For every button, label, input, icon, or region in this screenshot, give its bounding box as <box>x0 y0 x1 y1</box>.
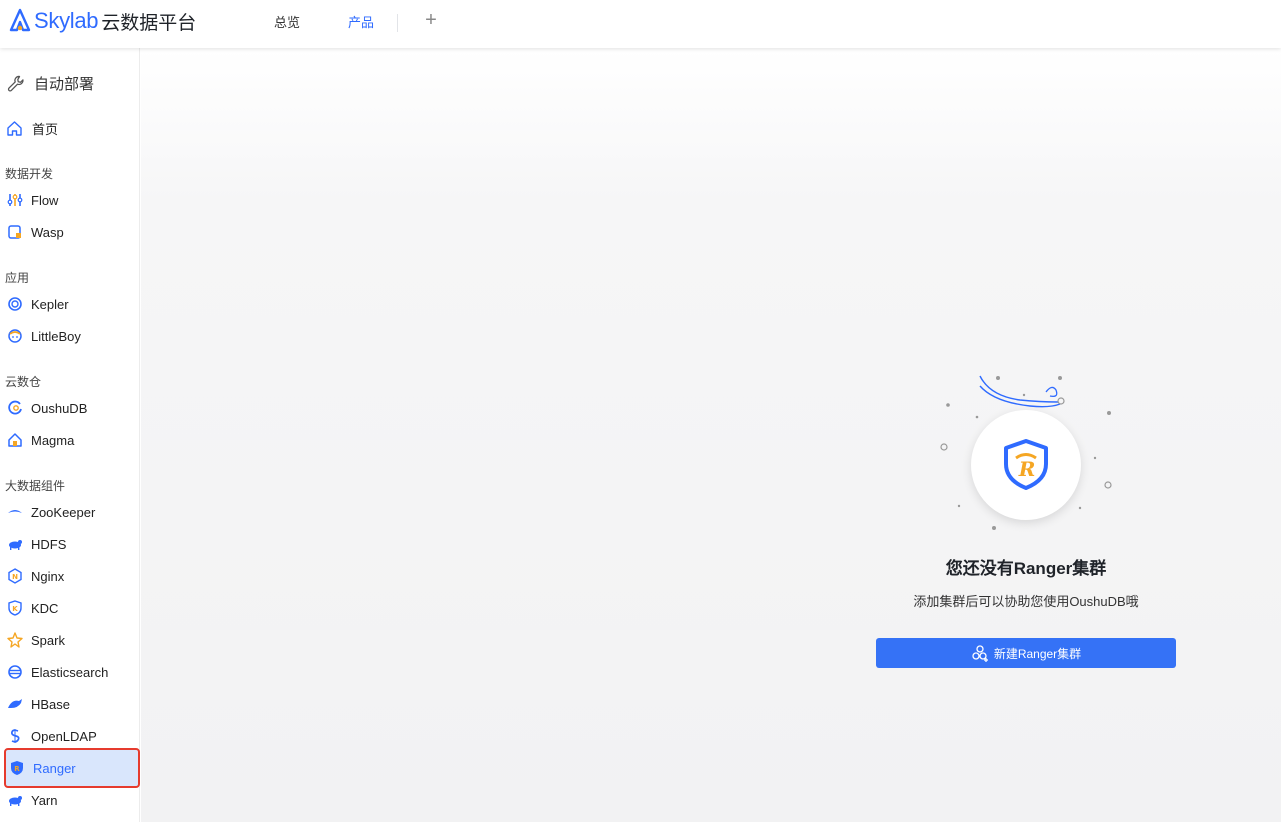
openldap-icon <box>10 729 20 743</box>
sidebar-item-label: HDFS <box>31 536 67 552</box>
skylab-logo-icon <box>9 8 31 32</box>
wrench-icon <box>7 75 24 91</box>
zookeeper-icon <box>8 510 22 513</box>
yarn-icon <box>9 796 22 806</box>
empty-state-badge: R <box>971 410 1081 520</box>
kepler-icon <box>8 297 22 311</box>
create-button-label: 新建Ranger集群 <box>993 646 1082 661</box>
flow-icon <box>7 194 23 206</box>
sidebar-item-label: Flow <box>31 192 59 208</box>
sidebar-item-wasp[interactable]: Wasp <box>4 214 138 250</box>
nav-divider <box>397 14 398 32</box>
sidebar-item-label: HBase <box>31 696 71 712</box>
ranger-shield-icon: R <box>1004 439 1048 490</box>
top-bar: Skylab 云数据平台 总览 产品 + <box>0 0 1281 48</box>
empty-state-description: 添加集群后可以协助您使用OushuDB哦 <box>913 594 1139 609</box>
svg-text:N: N <box>12 573 18 581</box>
sidebar-item-label: Spark <box>31 632 65 648</box>
cluster-add-icon <box>972 645 988 662</box>
empty-state-title: 您还没有Ranger集群 <box>945 559 1107 578</box>
group-title-cloud-warehouse: 云数仓 <box>5 375 42 389</box>
sidebar-item-flow[interactable]: Flow <box>4 182 138 218</box>
group-title-apps: 应用 <box>5 271 30 285</box>
sidebar-item-littleboy[interactable]: LittleBoy <box>4 318 138 354</box>
auto-deploy-label: 自动部署 <box>34 76 95 93</box>
hbase-icon <box>8 699 22 708</box>
sidebar-item-label: Yarn <box>31 792 58 808</box>
sidebar: 自动部署 首页 数据开发 Flow Wasp 应用 Kepler LittleB… <box>0 48 140 822</box>
home-label: 首页 <box>32 122 59 137</box>
group-title-big-data: 大数据组件 <box>5 479 66 493</box>
plus-icon[interactable]: + <box>422 9 440 31</box>
sidebar-item-label: LittleBoy <box>31 328 81 344</box>
svg-text:R: R <box>1018 457 1036 481</box>
group-title-data-dev: 数据开发 <box>5 167 54 181</box>
brand-name: Skylab <box>34 8 99 33</box>
littleboy-icon <box>8 329 22 343</box>
sidebar-item-magma[interactable]: Magma <box>4 422 138 458</box>
sidebar-item-label: Nginx <box>31 568 65 584</box>
sidebar-item-nginx[interactable]: N Nginx <box>4 558 138 594</box>
auto-deploy-button[interactable]: 自动部署 <box>6 73 94 94</box>
sidebar-item-label: Magma <box>31 432 75 448</box>
tab-products[interactable]: 产品 <box>348 12 374 31</box>
magma-icon <box>8 433 22 447</box>
sidebar-item-label: Ranger <box>33 760 76 776</box>
sidebar-item-kepler[interactable]: Kepler <box>4 286 138 322</box>
sidebar-item-home[interactable]: 首页 <box>6 119 58 138</box>
sidebar-item-zookeeper[interactable]: ZooKeeper <box>4 494 138 530</box>
kdc-icon: K <box>8 600 22 616</box>
sidebar-item-spark[interactable]: Spark <box>4 622 138 658</box>
sidebar-item-hbase[interactable]: HBase <box>4 686 138 722</box>
sidebar-item-elasticsearch[interactable]: Elasticsearch <box>4 654 138 690</box>
sidebar-item-label: Kepler <box>31 296 69 312</box>
spark-icon <box>7 632 23 648</box>
sidebar-item-hdfs[interactable]: HDFS <box>4 526 138 562</box>
sidebar-item-kdc[interactable]: K KDC <box>4 590 138 626</box>
hdfs-icon <box>9 540 22 550</box>
svg-text:R: R <box>14 765 20 773</box>
wasp-icon <box>8 225 21 239</box>
sidebar-item-yarn[interactable]: Yarn <box>4 782 138 818</box>
sidebar-item-label: ZooKeeper <box>31 504 96 520</box>
sidebar-item-label: OpenLDAP <box>31 728 97 744</box>
sidebar-item-label: OushuDB <box>31 400 88 416</box>
create-ranger-cluster-button[interactable]: 新建Ranger集群 <box>876 638 1176 668</box>
sidebar-item-oushudb[interactable]: OushuDB <box>4 390 138 426</box>
nginx-icon: N <box>8 568 22 584</box>
home-icon <box>7 121 22 136</box>
sidebar-item-label: Elasticsearch <box>31 664 109 680</box>
elasticsearch-icon <box>8 665 22 679</box>
svg-text:K: K <box>12 605 18 613</box>
brand-suffix: 云数据平台 <box>101 11 197 34</box>
brand-logo[interactable]: Skylab 云数据平台 <box>8 6 196 36</box>
tab-overview[interactable]: 总览 <box>274 12 300 31</box>
ranger-icon: R <box>11 761 23 775</box>
oushudb-icon <box>8 400 22 415</box>
sidebar-item-label: Wasp <box>31 224 64 240</box>
sidebar-item-label: KDC <box>31 600 59 616</box>
